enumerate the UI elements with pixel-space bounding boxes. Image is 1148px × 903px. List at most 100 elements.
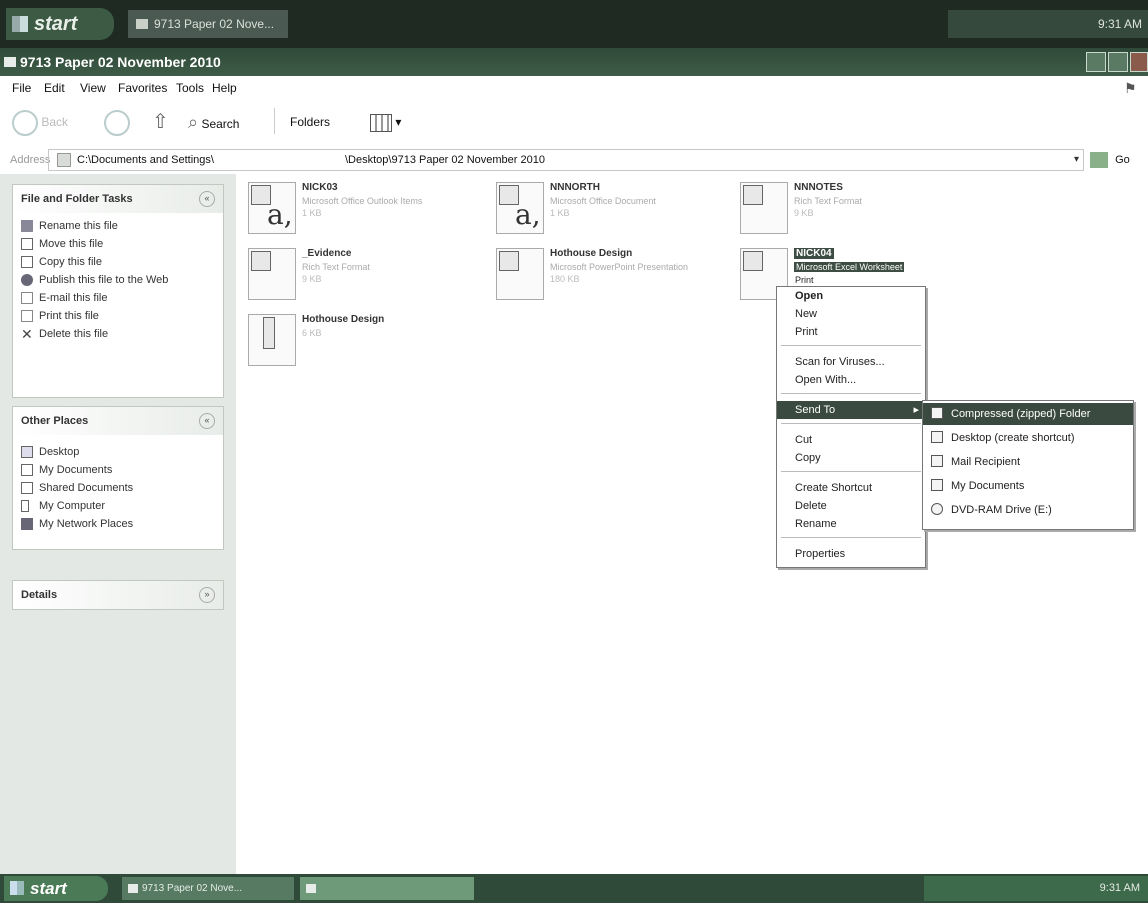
panel-title: Details [21, 589, 58, 601]
folder-icon [21, 464, 33, 476]
folder-icon [57, 153, 71, 167]
menu-item-create-shortcut[interactable]: Create Shortcut [777, 479, 925, 497]
menu-item-copy[interactable]: Copy [777, 449, 925, 467]
document-icon [740, 182, 788, 234]
views-dropdown-icon: ▾ [395, 115, 402, 129]
menu-item-open-with[interactable]: Open With... [777, 371, 925, 389]
send-to-submenu: Compressed (zipped) Folder Desktop (crea… [922, 400, 1134, 530]
menu-item-properties[interactable]: Properties [777, 545, 925, 563]
menu-item-print-partial[interactable]: Print [777, 273, 925, 287]
address-dropdown-icon[interactable]: ▾ [1074, 150, 1079, 170]
toolbar: Back ⇧ ⌕ Search Folders ▾ [0, 100, 1148, 144]
menu-item-cut[interactable]: Cut [777, 431, 925, 449]
menu-separator [781, 471, 921, 472]
send-to-desktop[interactable]: Desktop (create shortcut) [923, 427, 1133, 449]
menu-item-open[interactable]: Open [777, 287, 925, 305]
file-item[interactable]: Hothouse Design 6 KB [244, 310, 484, 376]
task-move[interactable]: Move this file [13, 235, 223, 253]
menu-item-new[interactable]: New [777, 305, 925, 323]
address-label: Address [10, 154, 51, 166]
file-folder-tasks-header[interactable]: File and Folder Tasks « [13, 185, 223, 213]
rename-icon [21, 220, 33, 232]
menu-item-scan[interactable]: Scan for Viruses... [777, 353, 925, 371]
file-item[interactable]: NNNOTES Rich Text Format 9 KB [736, 178, 976, 244]
place-my-network[interactable]: My Network Places [13, 515, 223, 533]
maximize-button[interactable] [1108, 52, 1128, 72]
forward-arrow-icon [104, 109, 130, 136]
menu-favorites[interactable]: Favorites [118, 76, 167, 100]
menu-tools[interactable]: Tools [176, 76, 204, 100]
menu-item-rename[interactable]: Rename [777, 515, 925, 533]
taskbar-window-button-2[interactable] [300, 877, 474, 900]
go-button[interactable]: Go [1090, 149, 1146, 171]
task-publish[interactable]: Publish this file to the Web [13, 271, 223, 289]
windows-logo-icon: ⚑ [1124, 80, 1137, 96]
send-to-my-documents[interactable]: My Documents [923, 475, 1133, 497]
collapse-chevron-icon[interactable]: « [199, 191, 215, 207]
folder-icon [4, 57, 16, 67]
menu-view[interactable]: View [80, 76, 106, 100]
folder-icon [931, 479, 943, 491]
tray-clock: 9:31 AM [1097, 17, 1142, 31]
menu-item-send-to[interactable]: Send To ▸ [777, 401, 925, 419]
menu-help[interactable]: Help [212, 76, 237, 100]
start-label: start [30, 879, 67, 898]
globe-icon [21, 274, 33, 286]
taskbar-window-button[interactable]: 9713 Paper 02 Nove... [128, 10, 288, 38]
collapse-chevron-icon[interactable]: « [199, 413, 215, 429]
minimize-button[interactable] [1086, 52, 1106, 72]
start-label: start [34, 13, 78, 35]
address-field[interactable]: C:\Documents and Settings\ \Desktop\9713… [48, 149, 1084, 171]
task-copy[interactable]: Copy this file [13, 253, 223, 271]
menu-edit[interactable]: Edit [44, 76, 65, 100]
task-print[interactable]: Print this file [13, 307, 223, 325]
top-taskbar: start 9713 Paper 02 Nove... 9:31 AM [0, 0, 1148, 48]
document-icon [248, 248, 296, 300]
move-icon [21, 238, 33, 250]
task-email[interactable]: E-mail this file [13, 289, 223, 307]
send-to-dvd-drive[interactable]: DVD-RAM Drive (E:) [923, 499, 1133, 521]
up-folder-button[interactable]: ⇧ [152, 108, 169, 136]
taskbar-window-button[interactable]: 9713 Paper 02 Nove... [122, 877, 294, 900]
file-item[interactable]: _Evidence Rich Text Format 9 KB [244, 244, 484, 310]
back-button[interactable]: Back [12, 108, 68, 136]
place-desktop[interactable]: Desktop [13, 443, 223, 461]
place-my-documents[interactable]: My Documents [13, 461, 223, 479]
start-button[interactable]: start [6, 8, 114, 40]
file-item[interactable]: a, NICK03 Microsoft Office Outlook Items… [244, 178, 484, 244]
desktop-icon [21, 446, 33, 458]
menu-item-print[interactable]: Print [777, 323, 925, 341]
forward-button[interactable] [104, 108, 130, 136]
search-label: Search [201, 117, 240, 131]
file-item[interactable]: a, NNNORTH Microsoft Office Document 1 K… [492, 178, 732, 244]
task-delete[interactable]: ✕ Delete this file [13, 325, 223, 343]
address-bar: Address C:\Documents and Settings\ \Desk… [0, 146, 1148, 174]
search-button[interactable]: ⌕ Search [188, 108, 239, 136]
send-to-compressed-folder[interactable]: Compressed (zipped) Folder [923, 403, 1133, 425]
menu-separator [781, 423, 921, 424]
window-title-bar[interactable]: 9713 Paper 02 November 2010 [0, 48, 1148, 76]
system-tray: 9:31 AM [924, 876, 1148, 901]
views-icon [370, 113, 392, 132]
send-to-mail[interactable]: Mail Recipient [923, 451, 1133, 473]
expand-chevron-icon[interactable]: » [199, 587, 215, 603]
place-shared-documents[interactable]: Shared Documents [13, 479, 223, 497]
submenu-arrow-icon: ▸ [913, 404, 919, 416]
taskbar: start 9713 Paper 02 Nove... 9:31 AM [0, 874, 1148, 903]
menu-bar: File Edit View Favorites Tools Help ⚑ [0, 76, 1148, 100]
folders-button[interactable]: Folders [290, 108, 330, 136]
task-rename[interactable]: Rename this file [13, 217, 223, 235]
menu-file[interactable]: File [12, 76, 31, 100]
start-button[interactable]: start [4, 876, 108, 901]
details-header[interactable]: Details » [13, 581, 223, 609]
file-item[interactable]: Hothouse Design Microsoft PowerPoint Pre… [492, 244, 732, 310]
place-my-computer[interactable]: My Computer [13, 497, 223, 515]
other-places-header[interactable]: Other Places « [13, 407, 223, 435]
views-button[interactable]: ▾ [370, 108, 401, 136]
search-icon: ⌕ [188, 112, 199, 132]
dvd-drive-icon [931, 503, 943, 515]
close-button[interactable] [1130, 52, 1148, 72]
menu-item-delete[interactable]: Delete [777, 497, 925, 515]
menu-separator [781, 393, 921, 394]
text-file-icon: a, [496, 182, 544, 234]
